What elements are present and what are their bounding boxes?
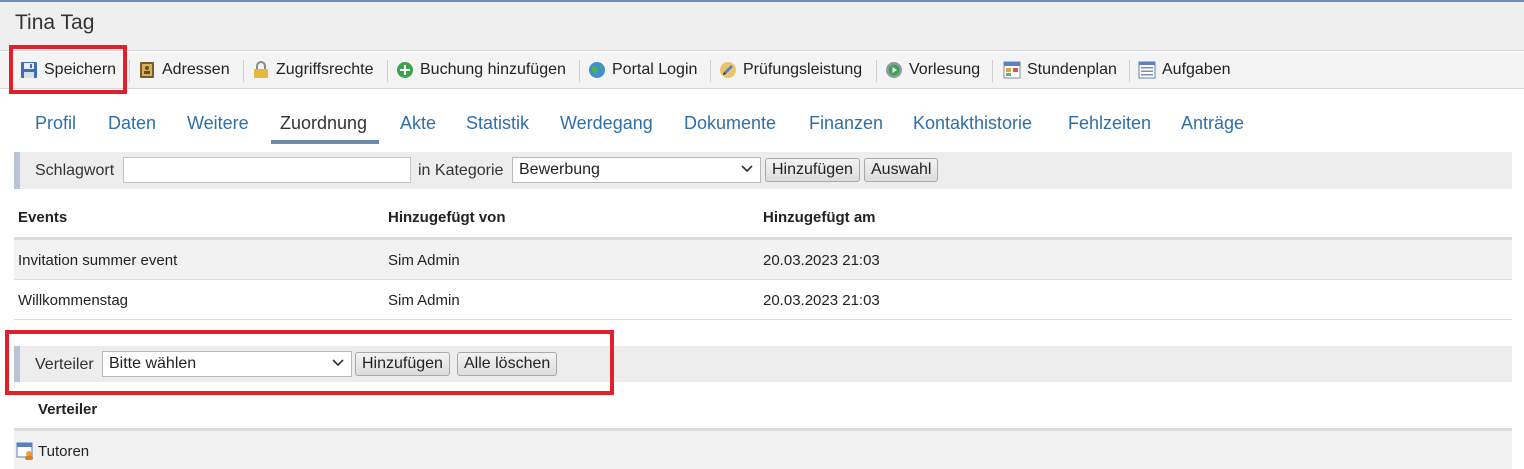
tab-zuordnung[interactable]: Zuordnung — [271, 106, 379, 144]
timetable-icon — [1003, 61, 1021, 79]
save-button-label: Speichern — [44, 61, 117, 78]
tab-bar: Profil Daten Weitere Zuordnung Akte Stat… — [0, 106, 1524, 146]
toolbar-separator — [243, 60, 244, 82]
save-button[interactable]: Speichern — [20, 57, 116, 83]
added-on: 20.03.2023 21:03 — [763, 292, 880, 309]
tab-fehlzeiten[interactable]: Fehlzeiten — [1068, 106, 1151, 144]
added-by: Sim Admin — [388, 292, 460, 309]
toolbar-separator — [387, 60, 388, 82]
lock-icon — [254, 61, 268, 78]
access-rights-button-label: Zugriffsrechte — [276, 61, 374, 78]
distributor-list-header: Verteiler — [38, 401, 98, 418]
add-booking-button-label: Buchung hinzufügen — [420, 61, 566, 78]
toolbar-separator — [710, 60, 711, 82]
toolbar-separator — [876, 60, 877, 82]
group-calendar-icon — [16, 442, 33, 460]
addresses-button-label: Adressen — [162, 61, 230, 78]
category-select[interactable]: Bewerbung — [512, 157, 761, 183]
category-label: in Kategorie — [418, 162, 504, 179]
pencil-icon — [720, 62, 736, 78]
added-on: 20.03.2023 21:03 — [763, 252, 880, 269]
portal-login-button[interactable]: Portal Login — [588, 57, 697, 83]
distributor-select[interactable]: Bitte wählen — [102, 351, 352, 377]
toolbar-separator — [129, 60, 130, 82]
distributor-item-label: Tutoren — [38, 443, 90, 460]
added-by: Sim Admin — [388, 252, 460, 269]
lecture-button-label: Vorlesung — [909, 61, 981, 78]
timetable-button[interactable]: Stundenplan — [1003, 57, 1117, 83]
add-distributor-button[interactable]: Hinzufügen — [355, 352, 450, 376]
tab-akte[interactable]: Akte — [400, 106, 436, 144]
toolbar-separator — [579, 60, 580, 82]
distributor-select-value: Bitte wählen — [109, 355, 197, 372]
exam-performance-button-label: Prüfungsleistung — [743, 61, 863, 78]
add-circle-icon — [397, 62, 413, 78]
keyword-input[interactable] — [123, 157, 411, 183]
title-bar: Tina Tag — [0, 2, 1524, 51]
table-row[interactable]: Willkommenstag Sim Admin 20.03.2023 21:0… — [14, 280, 1512, 320]
toolbar: Speichern Adressen Zugriffsrechte Buchun… — [0, 52, 1524, 89]
timetable-button-label: Stundenplan — [1027, 61, 1117, 78]
tab-dokumente[interactable]: Dokumente — [684, 106, 776, 144]
portal-login-button-label: Portal Login — [612, 61, 698, 78]
tab-kontakthistorie[interactable]: Kontakthistorie — [913, 106, 1032, 144]
select-tag-button[interactable]: Auswahl — [864, 158, 939, 182]
addresses-button[interactable]: Adressen — [138, 57, 230, 83]
clear-all-distributors-button[interactable]: Alle löschen — [457, 352, 558, 376]
event-name: Invitation summer event — [18, 252, 178, 269]
globe-icon — [589, 62, 605, 78]
lecture-button[interactable]: Vorlesung — [885, 57, 980, 83]
tab-daten[interactable]: Daten — [108, 106, 156, 144]
tab-antraege[interactable]: Anträge — [1181, 106, 1244, 144]
event-name: Willkommenstag — [18, 292, 129, 309]
tab-profil[interactable]: Profil — [35, 106, 76, 144]
toolbar-separator — [1129, 60, 1130, 82]
task-list-icon — [1138, 61, 1156, 79]
tab-finanzen[interactable]: Finanzen — [809, 106, 883, 144]
window-title: Tina Tag — [15, 11, 95, 34]
chevron-down-icon — [332, 359, 344, 367]
tasks-button[interactable]: Aufgaben — [1138, 57, 1231, 83]
distributor-label: Verteiler — [35, 356, 94, 373]
column-header-added-by: Hinzugefügt von — [388, 209, 506, 226]
add-booking-button[interactable]: Buchung hinzufügen — [396, 57, 566, 83]
column-header-events: Events — [18, 209, 68, 226]
exam-performance-button[interactable]: Prüfungsleistung — [719, 57, 862, 83]
tab-weitere[interactable]: Weitere — [187, 106, 249, 144]
category-select-value: Bewerbung — [519, 161, 600, 178]
chevron-down-icon — [741, 165, 753, 173]
save-icon — [21, 62, 37, 78]
distributor-bar: Verteiler Bitte wählen Hinzufügen Alle l… — [14, 346, 1512, 382]
access-rights-button[interactable]: Zugriffsrechte — [252, 57, 374, 83]
keyword-label: Schlagwort — [35, 162, 115, 179]
toolbar-separator — [992, 60, 993, 82]
column-header-added-on: Hinzugefügt am — [763, 209, 876, 226]
tasks-button-label: Aufgaben — [1162, 61, 1231, 78]
table-row[interactable]: Invitation summer event Sim Admin 20.03.… — [14, 240, 1512, 280]
add-tag-button[interactable]: Hinzufügen — [765, 158, 860, 182]
lecture-play-icon — [886, 62, 902, 78]
address-book-icon — [140, 62, 154, 78]
list-item[interactable]: Tutoren — [14, 431, 1512, 469]
tag-assignment-bar: Schlagwort in Kategorie Bewerbung Hinzuf… — [14, 152, 1512, 189]
tab-statistik[interactable]: Statistik — [466, 106, 529, 144]
tab-werdegang[interactable]: Werdegang — [560, 106, 653, 144]
